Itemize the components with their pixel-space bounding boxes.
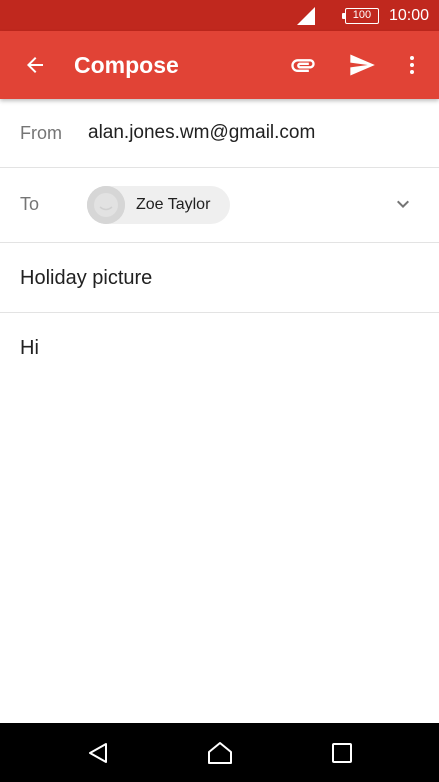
app-bar: Compose [0, 31, 439, 99]
subject-field[interactable]: Holiday picture [20, 267, 152, 290]
expand-recipients-button[interactable] [389, 190, 417, 218]
subject-row[interactable]: Holiday picture [0, 243, 439, 313]
page-title: Compose [74, 52, 179, 78]
recipient-chip[interactable]: Zoe Taylor [87, 186, 230, 224]
attach-button[interactable] [284, 31, 322, 99]
default-avatar-icon [87, 186, 125, 224]
status-bar: 100 10:00 [0, 0, 439, 31]
from-address[interactable]: alan.jones.wm@gmail.com [88, 122, 315, 144]
battery-level: 100 [352, 9, 372, 21]
battery-icon: 100 [341, 7, 379, 24]
status-indicators: 100 10:00 [296, 0, 429, 31]
nav-home-button[interactable] [190, 723, 250, 782]
to-label: To [20, 194, 40, 214]
send-icon [350, 54, 375, 76]
paperclip-icon [291, 59, 315, 72]
nav-recent-icon [332, 742, 352, 763]
avatar [87, 186, 125, 224]
to-row[interactable]: To Zoe Taylor [0, 168, 439, 243]
status-time: 10:00 [388, 6, 429, 24]
from-label: From [20, 123, 62, 143]
recipient-name: Zoe Taylor [136, 196, 211, 213]
send-button[interactable] [342, 31, 382, 99]
more-options-button[interactable] [398, 31, 426, 99]
signal-icon [296, 6, 315, 25]
back-button[interactable] [14, 31, 56, 99]
navigation-bar [0, 723, 439, 782]
nav-back-button[interactable] [68, 723, 128, 782]
nav-recent-button[interactable] [312, 723, 372, 782]
from-row: From alan.jones.wm@gmail.com [0, 99, 439, 168]
back-arrow-icon [27, 57, 43, 73]
body-field[interactable]: Hi [20, 337, 39, 360]
chevron-down-icon [397, 200, 409, 208]
more-vert-icon [410, 56, 414, 74]
nav-back-icon [89, 742, 107, 763]
nav-home-icon [208, 741, 232, 764]
